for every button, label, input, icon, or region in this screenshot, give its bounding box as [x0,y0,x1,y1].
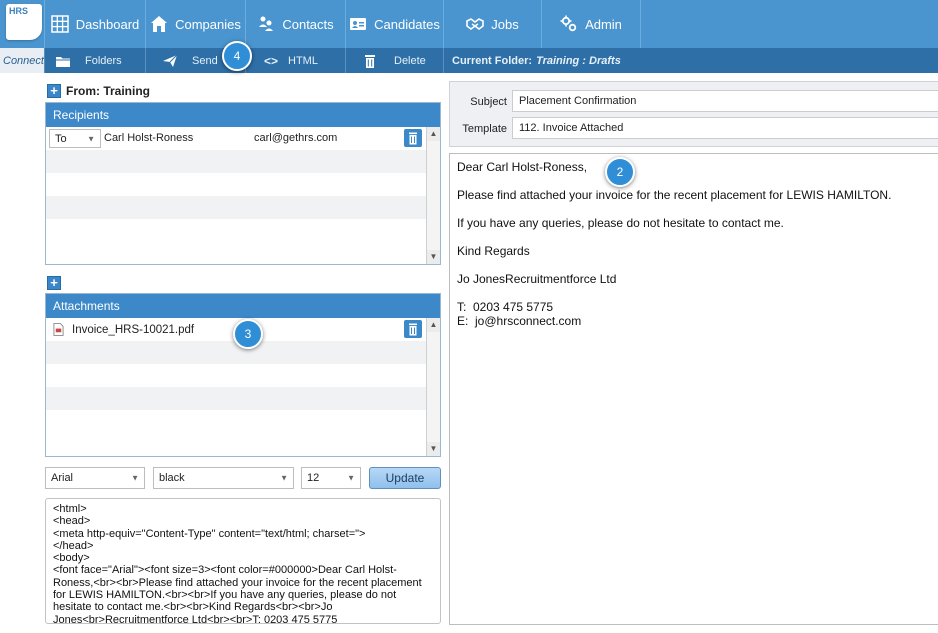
delete-label: Delete [394,54,426,67]
add-attachment-button[interactable]: + [47,276,61,290]
font-family-value: Arial [51,472,74,484]
step-badge-attachments: 3 [233,319,263,349]
current-folder-label: Current Folder: [452,54,533,67]
recipients-scrollbar[interactable]: ▲ ▼ [426,127,440,264]
font-family-select[interactable]: Arial ▼ [45,467,145,489]
list-row [46,387,440,410]
update-button[interactable]: Update [369,467,441,489]
recipients-header: Recipients [46,103,440,127]
scroll-up-icon[interactable]: ▲ [427,127,440,141]
attachments-scrollbar[interactable]: ▲ ▼ [426,318,440,456]
trash-icon [409,323,417,335]
recipient-type-value: To [55,132,67,145]
id-card-icon [349,15,367,33]
nav-admin[interactable]: Admin [541,0,641,48]
template-label: Template [462,123,507,135]
nav-jobs[interactable]: Jobs [443,0,541,48]
list-row [46,173,440,196]
attachments-header: Attachments [46,294,440,318]
scroll-down-icon[interactable]: ▼ [427,442,440,456]
folders-button[interactable]: Folders [44,48,145,73]
delete-button[interactable]: Delete [345,48,443,73]
top-navigation: HRS Dashboard Companies Contacts Candida… [0,0,938,48]
nav-candidates[interactable]: Candidates [345,0,443,48]
nav-admin-label: Admin [585,16,622,32]
nav-jobs-label: Jobs [491,16,519,32]
current-folder-value: Training : Drafts [536,54,621,67]
body-line-2: If you have any queries, please do not h… [457,216,784,230]
gears-icon [560,15,578,33]
subject-value: Placement Confirmation [519,95,637,107]
from-label: From: Training [66,84,150,98]
current-folder: Current Folder: Training : Drafts [443,48,621,73]
chevron-down-icon: ▼ [87,134,95,143]
nav-dashboard[interactable]: Dashboard [44,0,145,48]
attachments-panel: Attachments Invoice_HRS-10021.pdf ▲ ▼ [45,293,441,457]
logo-text: HRS [9,6,29,16]
list-row [46,150,440,173]
step-badge-body: 2 [605,157,635,187]
scroll-down-icon[interactable]: ▼ [427,250,440,264]
chevron-down-icon: ▼ [347,473,355,483]
recipients-panel: Recipients To ▼ Carl Holst-Roness carl@g… [45,102,441,265]
font-size-value: 12 [307,472,320,484]
grid-icon [50,15,69,33]
add-recipient-button[interactable]: + [47,84,61,98]
recipient-name: Carl Holst-Roness [104,132,194,144]
folders-label: Folders [85,54,122,67]
html-button[interactable]: <> HTML [245,48,345,73]
font-color-select[interactable]: black ▼ [153,467,294,489]
list-row [46,196,440,219]
template-select[interactable]: 112. Invoice Attached [512,117,938,139]
scroll-up-icon[interactable]: ▲ [427,318,440,332]
brand-sub: Connect [0,48,44,73]
recipients-list: To ▼ Carl Holst-Roness carl@gethrs.com ▲… [46,127,440,264]
people-icon [257,15,275,33]
handshake-icon [466,15,485,33]
chevron-down-icon: ▼ [131,473,139,483]
send-label: Send [192,54,218,67]
remove-recipient-button[interactable] [404,129,422,147]
step-badge-send: 4 [222,41,252,71]
nav-dashboard-label: Dashboard [75,16,140,32]
nav-candidates-label: Candidates [374,16,440,32]
subject-label: Subject [470,96,507,108]
body-closing: Kind Regards [457,244,530,258]
nav-contacts-label: Contacts [282,16,334,32]
nav-companies-label: Companies [175,16,241,32]
folder-icon [56,56,70,67]
pdf-file-icon [53,323,64,336]
recipient-email: carl@gethrs.com [254,132,338,144]
attachment-row[interactable]: Invoice_HRS-10021.pdf [53,318,194,341]
nav-companies[interactable]: Companies [145,0,245,48]
list-row [46,410,440,433]
body-email: E: jo@hrsconnect.com [457,314,582,328]
template-value: 112. Invoice Attached [519,122,624,134]
building-icon [150,15,168,33]
nav-contacts[interactable]: Contacts [245,0,345,48]
attachment-filename: Invoice_HRS-10021.pdf [72,323,195,336]
html-label: HTML [288,54,318,67]
font-size-select[interactable]: 12 ▼ [301,467,361,489]
code-icon: <> [264,53,279,68]
remove-attachment-button[interactable] [404,320,422,338]
mail-toolbar: Connect Folders Send <> HTML Delete Curr… [0,48,938,73]
trash-icon [409,132,417,144]
trash-icon [365,54,375,68]
list-row [46,364,440,387]
send-icon [163,54,178,67]
subject-field[interactable]: Placement Confirmation [512,90,938,112]
body-phone: T: 0203 475 5775 [457,300,554,314]
html-source-editor[interactable]: <html> <head> <meta http-equiv="Content-… [45,498,441,624]
recipient-type-select[interactable]: To ▼ [49,129,101,148]
font-color-value: black [159,472,185,484]
hrs-logo[interactable]: HRS [6,4,42,40]
list-row [46,219,440,242]
message-body-editor[interactable]: Dear Carl Holst-Roness, Please find atta… [449,153,938,625]
body-signature: Jo JonesRecruitmentforce Ltd [457,272,617,286]
body-greeting: Dear Carl Holst-Roness, [457,160,588,174]
body-line-1: Please find attached your invoice for th… [457,188,892,202]
chevron-down-icon: ▼ [280,473,288,483]
